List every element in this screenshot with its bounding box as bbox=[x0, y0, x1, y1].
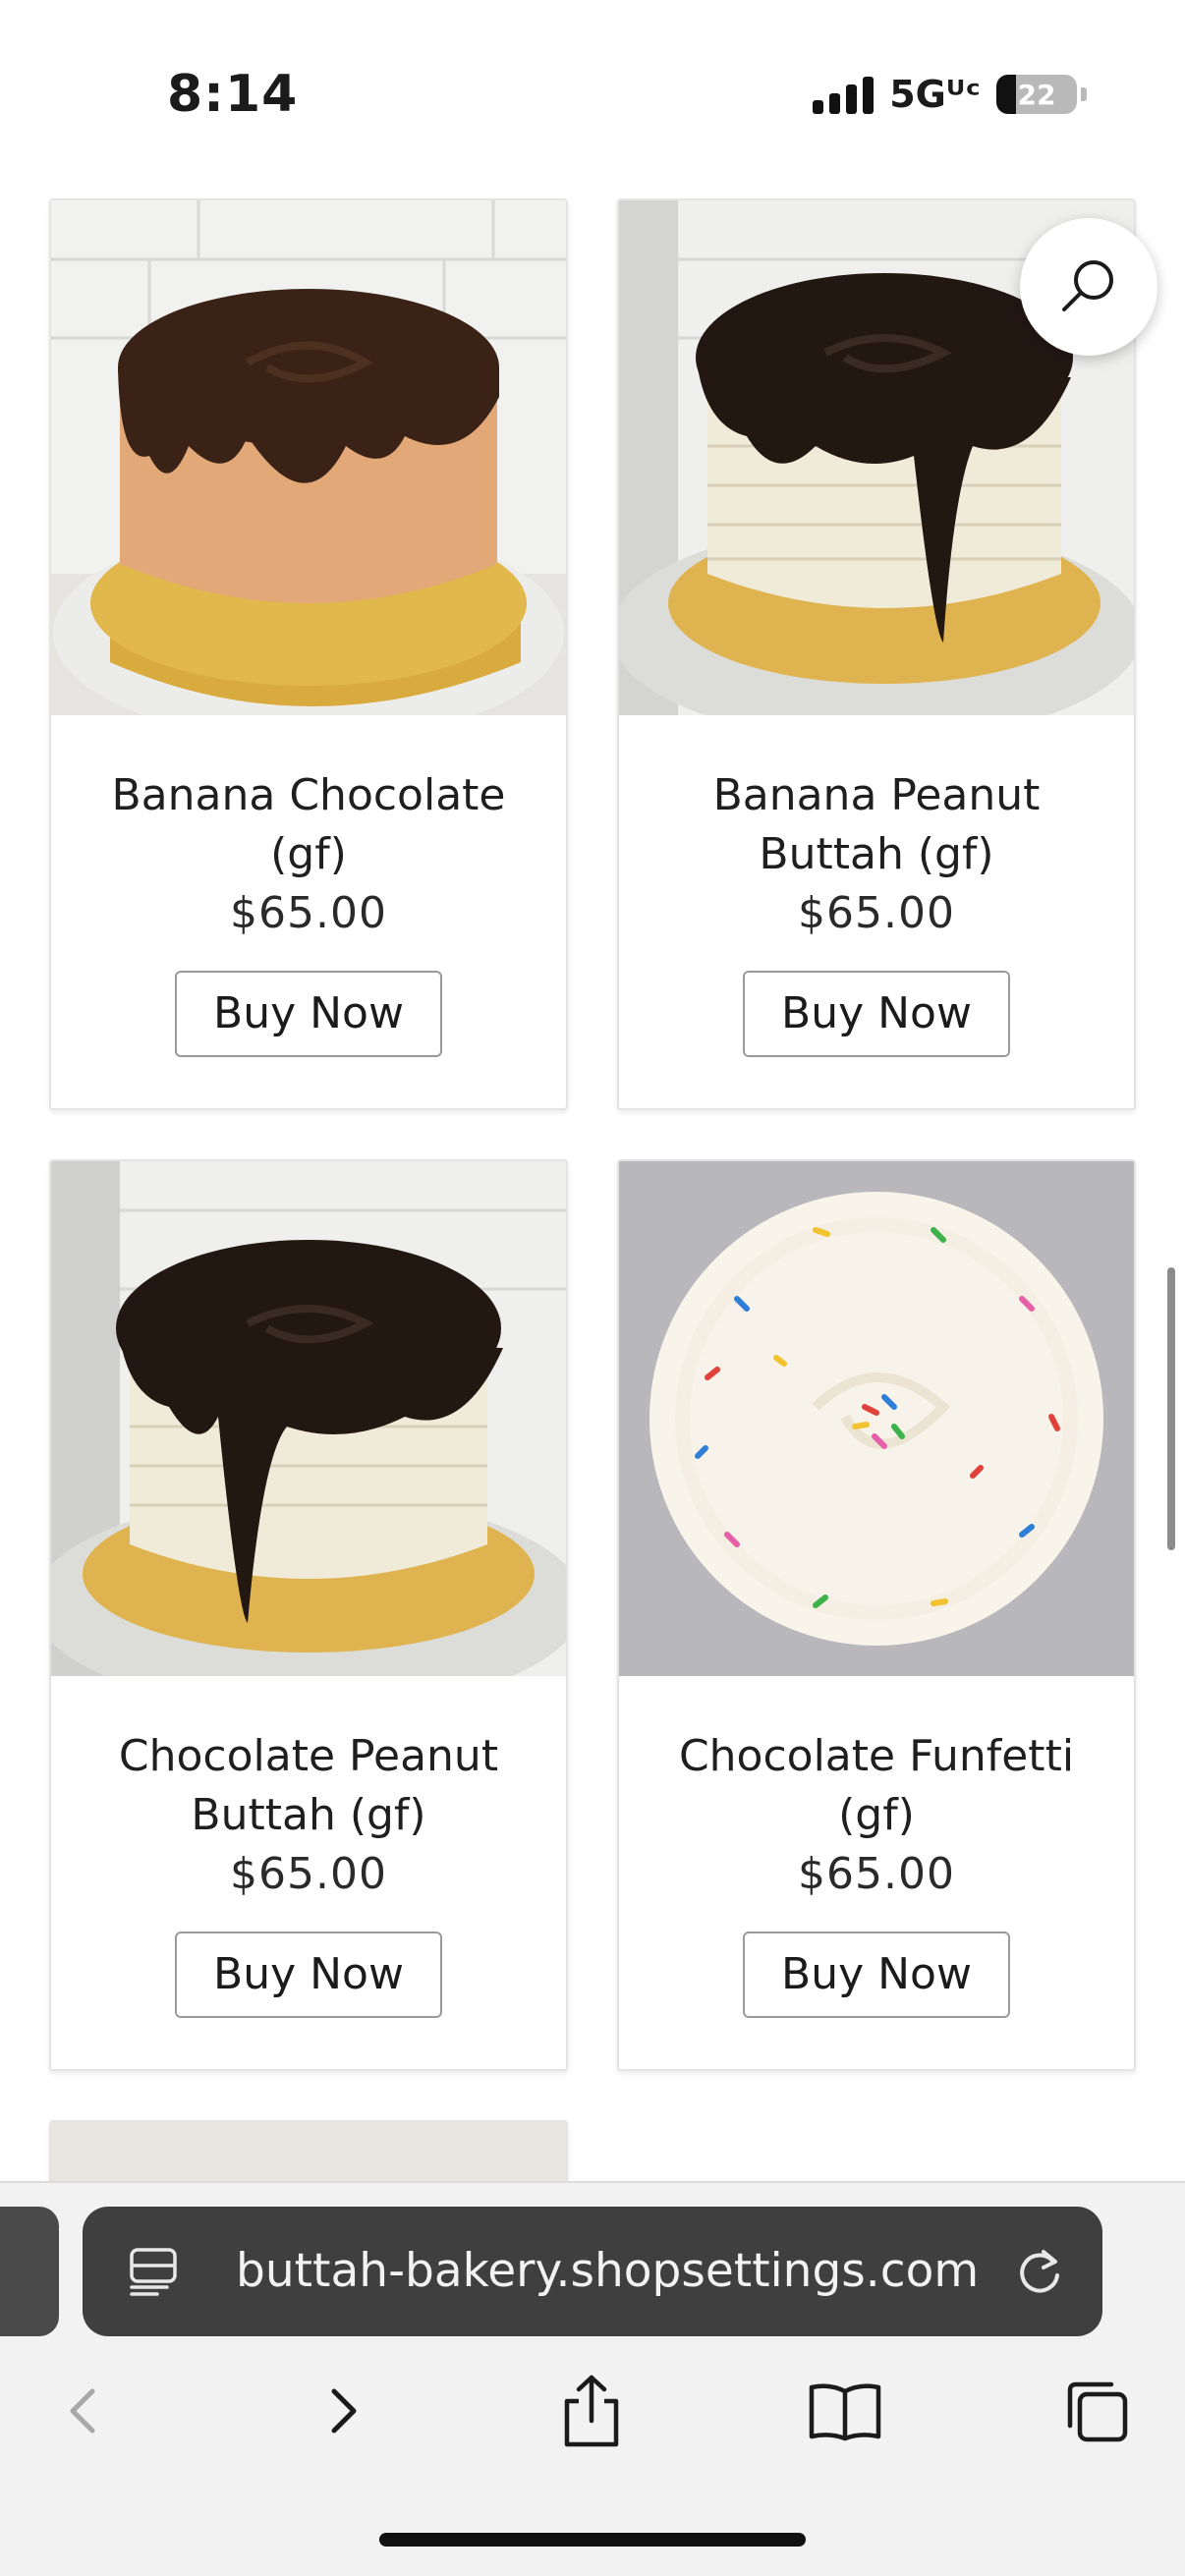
buy-now-button[interactable]: Buy Now bbox=[743, 971, 1010, 1057]
product-price: $65.00 bbox=[798, 1849, 955, 1899]
product-card: Banana Chocolate (gf) $65.00 Buy Now bbox=[49, 198, 568, 1110]
buy-now-button[interactable]: Buy Now bbox=[175, 1932, 442, 2018]
product-name[interactable]: Banana Peanut Buttah (gf) bbox=[619, 766, 1134, 884]
product-info: Chocolate Funfetti (gf) $65.00 Buy Now bbox=[619, 1676, 1134, 2018]
product-info: Banana Peanut Buttah (gf) $65.00 Buy Now bbox=[619, 715, 1134, 1057]
buy-now-button[interactable]: Buy Now bbox=[743, 1932, 1010, 2018]
product-price: $65.00 bbox=[230, 1849, 387, 1899]
buy-now-button[interactable]: Buy Now bbox=[175, 971, 442, 1057]
reader-mode-icon[interactable] bbox=[128, 2246, 179, 2301]
product-image[interactable] bbox=[619, 1161, 1134, 1676]
scrollbar[interactable] bbox=[1167, 1267, 1175, 1550]
product-name[interactable]: Banana Chocolate (gf) bbox=[51, 766, 566, 884]
product-card: Chocolate Funfetti (gf) $65.00 Buy Now bbox=[617, 1159, 1136, 2071]
status-time: 8:14 bbox=[167, 65, 299, 124]
product-price: $65.00 bbox=[798, 888, 955, 938]
forward-button[interactable] bbox=[293, 2362, 391, 2460]
product-info: Banana Chocolate (gf) $65.00 Buy Now bbox=[51, 715, 566, 1057]
search-button[interactable] bbox=[1020, 218, 1157, 356]
product-price: $65.00 bbox=[230, 888, 387, 938]
forward-icon bbox=[331, 2388, 357, 2434]
screen: 8:14 5Gᵁᶜ 22 Banana Chocolate (gf) $65.0… bbox=[0, 0, 1185, 2576]
battery-level: 22 bbox=[1017, 78, 1056, 111]
product-name[interactable]: Chocolate Peanut Buttah (gf) bbox=[51, 1727, 566, 1845]
share-button[interactable] bbox=[542, 2362, 641, 2460]
product-image[interactable] bbox=[51, 200, 566, 715]
status-bar: 8:14 5Gᵁᶜ 22 bbox=[0, 0, 1185, 187]
back-icon bbox=[70, 2388, 95, 2434]
battery-icon: 22 bbox=[996, 75, 1077, 114]
product-info: Chocolate Peanut Buttah (gf) $65.00 Buy … bbox=[51, 1676, 566, 2018]
signal-icon bbox=[813, 75, 875, 114]
product-image[interactable] bbox=[51, 1161, 566, 1676]
url-text: buttah-bakery.shopsettings.com bbox=[236, 2244, 980, 2298]
product-name[interactable]: Chocolate Funfetti (gf) bbox=[619, 1727, 1134, 1845]
browser-nav bbox=[0, 2362, 1185, 2460]
address-bar[interactable]: buttah-bakery.shopsettings.com bbox=[83, 2207, 1102, 2336]
previous-tab-peek[interactable] bbox=[0, 2207, 59, 2336]
product-card: Chocolate Peanut Buttah (gf) $65.00 Buy … bbox=[49, 1159, 568, 2071]
status-indicators: 5Gᵁᶜ 22 bbox=[813, 73, 1087, 116]
network-label: 5Gᵁᶜ bbox=[889, 73, 981, 116]
bookmarks-button[interactable] bbox=[796, 2362, 894, 2460]
search-icon bbox=[1062, 260, 1113, 311]
share-icon bbox=[564, 2375, 619, 2447]
tabs-icon bbox=[1067, 2381, 1128, 2442]
back-button[interactable] bbox=[35, 2362, 134, 2460]
home-indicator[interactable] bbox=[379, 2533, 806, 2547]
reload-icon[interactable] bbox=[1014, 2246, 1065, 2301]
bookmarks-icon bbox=[809, 2383, 881, 2441]
tabs-button[interactable] bbox=[1047, 2362, 1146, 2460]
